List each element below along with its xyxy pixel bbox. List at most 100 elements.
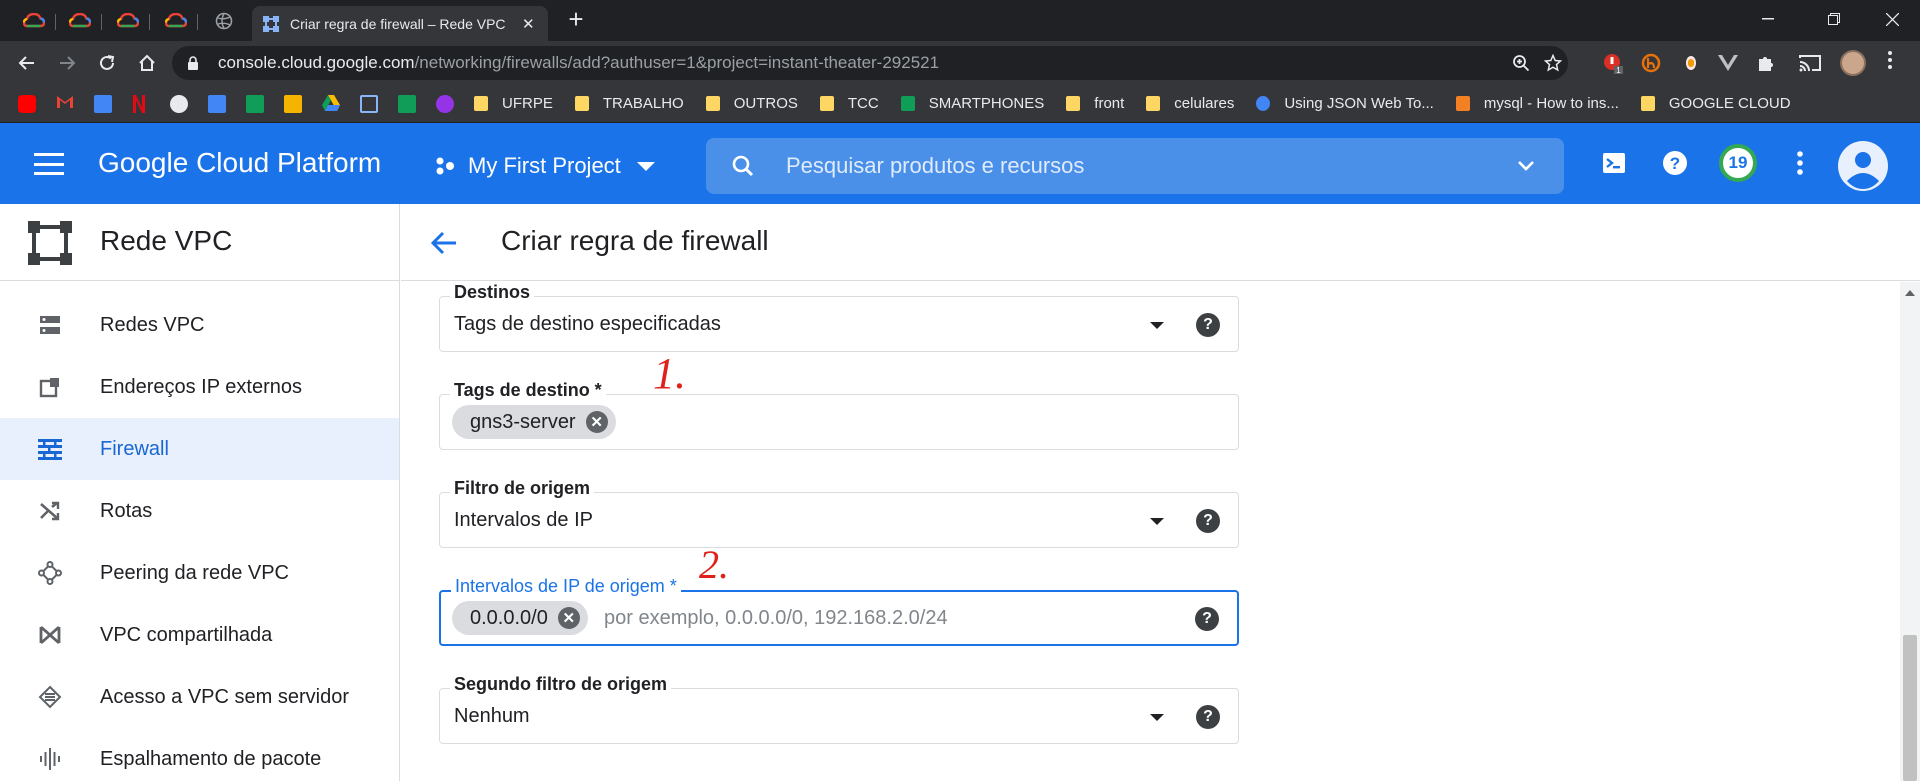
dropdown-arrow-icon[interactable] <box>1150 714 1164 721</box>
scroll-up-arrow-icon[interactable] <box>1905 290 1915 296</box>
cloud-shell-icon[interactable] <box>1598 147 1630 179</box>
external-ip-icon <box>38 375 62 399</box>
search-input[interactable] <box>786 153 1486 179</box>
bookmark-front[interactable]: front <box>1066 95 1124 112</box>
remove-chip-icon[interactable]: ✕ <box>557 607 580 629</box>
ip-range-chip[interactable]: 0.0.0.0/0 ✕ <box>452 601 588 635</box>
extension-red-icon[interactable]: 1 <box>1601 51 1625 75</box>
minimize-icon[interactable] <box>1738 0 1798 38</box>
more-options-icon[interactable] <box>1784 147 1816 179</box>
back-icon[interactable] <box>13 49 41 77</box>
filtro-origem-select[interactable]: Filtro de origem Intervalos de IP ? <box>439 478 1239 548</box>
tags-destino-field[interactable]: Tags de destino * gns3-server ✕ <box>439 380 1239 450</box>
cast-icon[interactable] <box>1798 51 1822 75</box>
nav-item-firewall[interactable]: Firewall <box>0 418 399 480</box>
classroom-icon[interactable] <box>398 94 416 113</box>
chip-label: gns3-server <box>470 410 576 433</box>
form-content: Destinos Tags de destino especificadas ?… <box>401 282 1901 781</box>
help-icon[interactable]: ? <box>1196 313 1220 337</box>
bookmark-star-icon[interactable] <box>1542 52 1564 74</box>
tab-gcp-2[interactable] <box>58 6 102 36</box>
tab-gcp-3[interactable] <box>106 6 150 36</box>
netflix-icon[interactable] <box>132 94 150 113</box>
dropdown-arrow-icon[interactable] <box>1150 322 1164 329</box>
bookmark-celulares[interactable]: celulares <box>1146 95 1234 112</box>
content-scrollbar[interactable] <box>1900 282 1920 781</box>
google-drive-icon[interactable] <box>322 94 340 113</box>
scrollbar-thumb[interactable] <box>1903 635 1917 781</box>
google-docs-icon[interactable] <box>208 94 226 113</box>
reload-icon[interactable] <box>93 49 121 77</box>
bookmark-smartphones[interactable]: SMARTPHONES <box>900 95 1044 112</box>
bookmark-label: Using JSON Web To... <box>1284 95 1434 112</box>
bookmark-ufrpe[interactable]: UFRPE <box>474 95 553 112</box>
home-icon[interactable] <box>133 49 161 77</box>
remove-chip-icon[interactable]: ✕ <box>585 411 608 433</box>
tab-gcp-4[interactable] <box>154 6 198 36</box>
search-bar[interactable] <box>706 138 1564 194</box>
forward-icon[interactable] <box>53 49 81 77</box>
youtube-icon[interactable] <box>18 94 36 113</box>
help-icon[interactable]: ? <box>1659 147 1691 179</box>
segundo-filtro-select[interactable]: Segundo filtro de origem Nenhum ? <box>439 674 1239 744</box>
bookmark-outros[interactable]: OUTROS <box>705 95 798 112</box>
nav-item-vpc-compartilhada[interactable]: VPC compartilhada <box>0 604 399 666</box>
close-window-icon[interactable] <box>1862 0 1920 38</box>
intervalos-ip-field[interactable]: Intervalos de IP de origem * 0.0.0.0/0 ✕… <box>439 576 1239 646</box>
gcp-brand[interactable]: Google Cloud Platform <box>98 147 381 179</box>
destinos-select[interactable]: Destinos Tags de destino especificadas ? <box>439 282 1239 352</box>
google-slides-icon[interactable] <box>284 94 302 113</box>
github-icon[interactable] <box>170 94 188 113</box>
bookmark-label: TRABALHO <box>602 95 684 112</box>
bookmark-tcc[interactable]: TCC <box>819 95 879 112</box>
extension-vue-icon[interactable] <box>1716 51 1740 75</box>
help-icon[interactable]: ? <box>1196 705 1220 729</box>
bookmark-google-cloud[interactable]: GOOGLE CLOUD <box>1640 95 1791 112</box>
bookmark-mysql[interactable]: mysql - How to ins... <box>1455 95 1619 112</box>
bookmark-trabalho[interactable]: TRABALHO <box>574 95 684 112</box>
project-selector[interactable]: My First Project <box>434 151 655 181</box>
restore-icon[interactable] <box>1804 0 1864 38</box>
browser-menu-icon[interactable] <box>1878 51 1902 74</box>
chip-icon[interactable] <box>360 94 378 113</box>
extensions-puzzle-icon[interactable] <box>1754 51 1778 75</box>
ip-range-placeholder[interactable]: por exemplo, 0.0.0.0/0, 192.168.2.0/24 <box>604 607 948 630</box>
extension-bulb-icon[interactable] <box>1679 51 1703 75</box>
extension-orange-icon[interactable] <box>1639 51 1663 75</box>
google-cloud-icon <box>165 13 187 28</box>
new-tab-button[interactable]: + <box>562 6 590 34</box>
figma-icon[interactable] <box>436 94 454 113</box>
help-icon[interactable]: ? <box>1196 509 1220 533</box>
field-label: Filtro de origem <box>450 478 595 499</box>
help-icon[interactable]: ? <box>1195 607 1219 631</box>
tab-gcp-1[interactable] <box>12 6 56 36</box>
address-bar[interactable]: console.cloud.google.com/networking/fire… <box>172 46 1568 80</box>
url-host: console.cloud.google.com <box>218 53 415 72</box>
nav-item-acesso-vpc[interactable]: Acesso a VPC sem servidor <box>0 666 399 728</box>
back-arrow-icon[interactable] <box>429 228 459 258</box>
account-avatar-icon[interactable] <box>1838 141 1888 191</box>
nav-item-peering[interactable]: Peering da rede VPC <box>0 542 399 604</box>
tab-active[interactable]: Criar regra de firewall – Rede VPC ✕ <box>252 6 548 41</box>
google-sheets-icon[interactable] <box>246 94 264 113</box>
folder-icon <box>705 96 720 111</box>
close-tab-icon[interactable]: ✕ <box>522 15 535 33</box>
main-menu-icon[interactable] <box>34 153 64 175</box>
nav-item-redes-vpc[interactable]: Redes VPC <box>0 294 399 356</box>
chevron-down-icon[interactable] <box>1516 156 1536 176</box>
dropdown-arrow-icon[interactable] <box>1150 518 1164 525</box>
field-value: Intervalos de IP <box>454 509 593 531</box>
translate-icon[interactable] <box>94 94 112 113</box>
folder-icon <box>574 96 589 111</box>
notifications-badge[interactable]: 19 <box>1719 144 1757 182</box>
tag-chip[interactable]: gns3-server ✕ <box>452 405 616 439</box>
gmail-icon[interactable] <box>56 95 74 113</box>
bookmark-jwt[interactable]: Using JSON Web To... <box>1256 95 1434 112</box>
browser-profile-avatar[interactable] <box>1840 50 1866 76</box>
nav-item-espalhamento[interactable]: Espalhamento de pacote <box>0 728 399 781</box>
nav-item-enderecos-ip[interactable]: Endereços IP externos <box>0 356 399 418</box>
tab-globe[interactable] <box>202 6 246 36</box>
zoom-icon[interactable] <box>1510 52 1532 74</box>
nav-item-rotas[interactable]: Rotas <box>0 480 399 542</box>
bookmark-label: TCC <box>847 95 879 112</box>
